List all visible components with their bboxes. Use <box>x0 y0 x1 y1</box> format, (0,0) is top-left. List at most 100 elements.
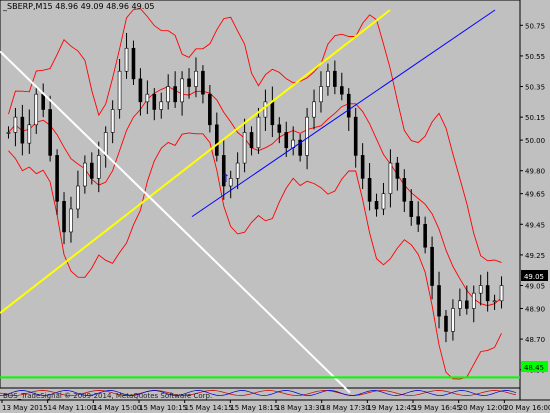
y-tick-label: 50.55 <box>525 53 545 61</box>
candle-body <box>478 285 483 294</box>
x-tick-label: 13 May 2015 <box>2 404 48 412</box>
candle-body <box>20 116 25 144</box>
candle-body <box>34 93 39 126</box>
candle-body <box>326 70 330 87</box>
candle-body <box>367 178 372 202</box>
bollinger-bands <box>8 8 502 380</box>
chart-title: _SBERP,M15 48.96 49.09 48.96 49.05 <box>3 2 154 11</box>
candle-body <box>110 109 115 133</box>
y-tick-label: 49.05 <box>525 283 545 291</box>
chart-window[interactable]: BOS_TradeSignal © 2009-2014, MetaQuotes … <box>0 0 550 413</box>
candle-body <box>423 223 427 248</box>
y-tick-label: 50.75 <box>525 22 545 30</box>
candle-body <box>62 201 66 233</box>
candle-body <box>333 70 337 87</box>
candle-body <box>41 93 45 110</box>
y-tick-label: 49.25 <box>525 252 545 260</box>
candle-body <box>208 93 212 126</box>
candle-body <box>444 315 448 332</box>
candle-body <box>69 208 73 233</box>
x-tick-label: 19 May 12:45 <box>367 404 415 412</box>
candle-body <box>145 93 150 103</box>
candle-body <box>381 193 386 210</box>
x-tick-label: 19 May 16:45 <box>413 404 461 412</box>
candle-body <box>451 308 455 332</box>
candle-body <box>374 201 379 210</box>
x-tick-label: 18 May 13:30 <box>276 404 324 412</box>
x-tick-label: 14 May 11:00 <box>48 404 96 412</box>
x-tick-label: 18 May 17:30 <box>322 404 370 412</box>
y-tick-label: 48.70 <box>525 336 545 344</box>
price-axis: 50.75 50.55 50.35 50.15 50.00 49.80 49.65 49.45… <box>520 22 545 375</box>
candle-body <box>409 201 414 217</box>
candle-body <box>263 101 268 118</box>
candle-body <box>55 155 59 202</box>
candle-body <box>492 300 497 303</box>
candle-body <box>340 86 344 95</box>
blue-trendline[interactable] <box>191 9 496 218</box>
candle-body <box>242 132 247 164</box>
symbol-label: _SBERP,M15 <box>3 2 53 11</box>
time-axis: 13 May 2015 14 May 11:0014 May 15:00 15 Ma… <box>1 400 550 412</box>
x-tick-label: 15 May 14:15 <box>185 404 233 412</box>
candle-body <box>13 116 18 133</box>
candle-body <box>124 47 129 72</box>
y-tick-label: 48.90 <box>525 305 545 313</box>
candle-body <box>465 300 469 309</box>
candle-body <box>152 93 157 110</box>
candle-body <box>430 246 434 286</box>
candle-body <box>256 116 261 149</box>
x-tick-label: 15 May 18:15 <box>230 404 278 412</box>
candle-body <box>173 86 177 103</box>
candle-body <box>83 162 87 187</box>
candle-body <box>402 178 407 202</box>
x-tick-label: 20 May 12:00 <box>459 404 507 412</box>
candle-body <box>485 285 490 302</box>
y-tick-label: 50.00 <box>525 137 545 145</box>
candle-body <box>180 78 184 103</box>
candle-body <box>305 116 309 156</box>
candle-body <box>235 162 240 179</box>
candle-body <box>117 70 122 110</box>
candle-body <box>96 155 101 179</box>
candle-body <box>471 292 476 309</box>
y-tick-label: 50.15 <box>525 114 545 122</box>
bollinger-middle <box>8 85 502 307</box>
candle-body <box>76 185 80 210</box>
y-tick-label: 49.80 <box>525 168 545 176</box>
subwindow-label: BOS_TradeSignal © 2009-2014, MetaQuotes … <box>3 392 212 400</box>
candle-body <box>48 109 52 156</box>
candle-body <box>360 155 365 179</box>
candle-body <box>284 132 289 149</box>
candle-body <box>270 101 275 126</box>
last-price-marker: 49.05 <box>524 273 544 281</box>
ohlc-label: 48.96 49.09 48.96 49.05 <box>55 2 155 11</box>
candle-body <box>249 132 254 149</box>
candle-body <box>201 70 205 95</box>
candle-body <box>131 47 136 80</box>
candle-body <box>319 86 323 103</box>
x-tick-label: 14 May 15:00 <box>93 404 141 412</box>
candle-body <box>194 70 198 87</box>
candle-body <box>159 101 164 110</box>
candle-body <box>103 132 108 156</box>
candle-body <box>346 93 351 118</box>
candle-body <box>395 162 400 179</box>
x-tick-label: 20 May 16:00 <box>504 404 550 412</box>
price-chart[interactable]: BOS_TradeSignal © 2009-2014, MetaQuotes … <box>0 0 550 413</box>
y-tick-label: 49.65 <box>525 191 545 199</box>
candle-body <box>277 124 282 133</box>
candle-body <box>138 78 143 103</box>
bollinger-lower <box>8 132 502 380</box>
candle-body <box>499 285 504 302</box>
bollinger-upper <box>8 8 502 264</box>
up-arrow-icon: ⇧ <box>220 171 230 185</box>
candle-body <box>416 216 420 225</box>
candle-body <box>312 101 316 118</box>
candle-body <box>388 162 393 194</box>
candle-body <box>458 300 462 309</box>
candle-body <box>187 78 191 87</box>
y-tick-label: 49.45 <box>525 221 545 229</box>
candle-body <box>27 124 32 144</box>
candle-body <box>6 132 11 134</box>
